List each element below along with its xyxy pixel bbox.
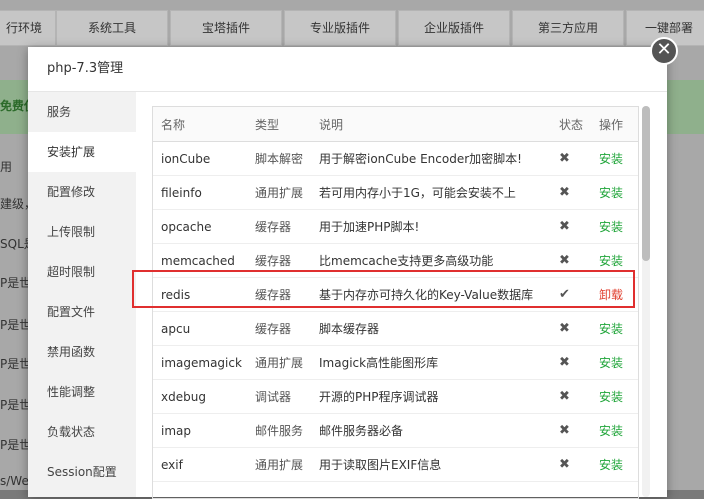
extension-description: 若可用内存小于1G，可能会安装不上 bbox=[311, 175, 551, 210]
table-row: imagemagick 通用扩展 Imagick高性能图形库 ✖ 安装 bbox=[153, 345, 638, 380]
table-row: opcache 缓存器 用于加速PHP脚本! ✖ 安装 bbox=[153, 209, 638, 244]
extension-description: 邮件服务器必备 bbox=[311, 413, 551, 448]
extension-type: 邮件服务 bbox=[247, 413, 311, 448]
extension-description: 基于内存亦可持久化的Key-Value数据库 bbox=[311, 277, 551, 312]
sidebar-item-performance[interactable]: 性能调整 bbox=[28, 372, 136, 412]
dialog-sidebar: 服务 安装扩展 配置修改 上传限制 超时限制 配置文件 禁用函数 性能调整 负载… bbox=[28, 92, 136, 497]
extensions-table: 名称 类型 说明 状态 操作 ionCube 脚本解密 用于解密ionCube … bbox=[153, 107, 638, 482]
sidebar-item-disabled-functions[interactable]: 禁用函数 bbox=[28, 332, 136, 372]
not-installed-icon: ✖ bbox=[551, 413, 591, 448]
extension-type: 缓存器 bbox=[247, 209, 311, 244]
extension-description: 用于加速PHP脚本! bbox=[311, 209, 551, 244]
background-tab-bar: 行环境 系统工具 宝塔插件 专业版插件 企业版插件 第三方应用 一键部署 bbox=[0, 10, 704, 46]
extension-type: 通用扩展 bbox=[247, 345, 311, 380]
install-button[interactable]: 安装 bbox=[591, 379, 638, 414]
table-row: apcu 缓存器 脚本缓存器 ✖ 安装 bbox=[153, 311, 638, 346]
extensions-table-container: 名称 类型 说明 状态 操作 ionCube 脚本解密 用于解密ionCube … bbox=[152, 106, 639, 499]
sidebar-item-config-file[interactable]: 配置文件 bbox=[28, 292, 136, 332]
bg-left-text: P是世 bbox=[0, 357, 32, 371]
bg-left-text: P是世 bbox=[0, 438, 32, 452]
extension-description: 脚本缓存器 bbox=[311, 311, 551, 346]
sidebar-item-install-extensions[interactable]: 安装扩展 bbox=[28, 132, 136, 172]
extension-description: 用于读取图片EXIF信息 bbox=[311, 447, 551, 482]
sidebar-item-upload-limit[interactable]: 上传限制 bbox=[28, 212, 136, 252]
sidebar-item-load-status[interactable]: 负载状态 bbox=[28, 412, 136, 452]
bg-tab-runtime: 行环境 bbox=[0, 10, 56, 46]
not-installed-icon: ✖ bbox=[551, 379, 591, 414]
table-row: imap 邮件服务 邮件服务器必备 ✖ 安装 bbox=[153, 413, 638, 448]
extension-description: 用于解密ionCube Encoder加密脚本! bbox=[311, 141, 551, 176]
background-banner-right bbox=[667, 80, 704, 134]
install-button[interactable]: 安装 bbox=[591, 447, 638, 482]
extension-name: redis bbox=[153, 277, 247, 312]
install-button[interactable]: 安装 bbox=[591, 243, 638, 278]
bg-tab-enterprise-plugins: 企业版插件 bbox=[398, 10, 510, 46]
extension-name: apcu bbox=[153, 311, 247, 346]
bg-tab-third-party: 第三方应用 bbox=[512, 10, 624, 46]
column-header-description: 说明 bbox=[311, 107, 551, 142]
bg-left-text: 用 bbox=[0, 160, 13, 174]
sidebar-item-service[interactable]: 服务 bbox=[28, 92, 136, 132]
extension-name: opcache bbox=[153, 209, 247, 244]
extension-name: exif bbox=[153, 447, 247, 482]
install-button[interactable]: 安装 bbox=[591, 345, 638, 380]
extension-type: 通用扩展 bbox=[247, 175, 311, 210]
install-button[interactable]: 安装 bbox=[591, 209, 638, 244]
extension-name: imap bbox=[153, 413, 247, 448]
extension-name: imagemagick bbox=[153, 345, 247, 380]
close-icon[interactable]: ✕ bbox=[650, 37, 678, 65]
table-row: exif 通用扩展 用于读取图片EXIF信息 ✖ 安装 bbox=[153, 447, 638, 482]
table-row: xdebug 调试器 开源的PHP程序调试器 ✖ 安装 bbox=[153, 379, 638, 414]
scrollbar-thumb[interactable] bbox=[642, 106, 650, 261]
column-header-status: 状态 bbox=[551, 107, 591, 142]
install-button[interactable]: 安装 bbox=[591, 413, 638, 448]
bg-tab-pro-plugins: 专业版插件 bbox=[284, 10, 396, 46]
bg-tab-bt-plugins: 宝塔插件 bbox=[170, 10, 282, 46]
not-installed-icon: ✖ bbox=[551, 243, 591, 278]
not-installed-icon: ✖ bbox=[551, 141, 591, 176]
installed-check-icon: ✔ bbox=[551, 277, 591, 312]
uninstall-button[interactable]: 卸载 bbox=[591, 277, 638, 312]
not-installed-icon: ✖ bbox=[551, 175, 591, 210]
extension-description: Imagick高性能图形库 bbox=[311, 345, 551, 380]
php-manager-dialog: php-7.3管理 服务 安装扩展 配置修改 上传限制 超时限制 配置文件 禁用… bbox=[28, 47, 667, 499]
install-button[interactable]: 安装 bbox=[591, 175, 638, 210]
table-row: ionCube 脚本解密 用于解密ionCube Encoder加密脚本! ✖ … bbox=[153, 141, 638, 176]
extension-type: 缓存器 bbox=[247, 311, 311, 346]
table-row: redis 缓存器 基于内存亦可持久化的Key-Value数据库 ✔ 卸载 bbox=[153, 277, 638, 312]
dialog-title: php-7.3管理 bbox=[28, 47, 667, 92]
install-button[interactable]: 安装 bbox=[591, 311, 638, 346]
extension-type: 脚本解密 bbox=[247, 141, 311, 176]
not-installed-icon: ✖ bbox=[551, 447, 591, 482]
install-button[interactable]: 安装 bbox=[591, 141, 638, 176]
table-row: fileinfo 通用扩展 若可用内存小于1G，可能会安装不上 ✖ 安装 bbox=[153, 175, 638, 210]
sidebar-item-timeout-limit[interactable]: 超时限制 bbox=[28, 252, 136, 292]
extensions-panel: 名称 类型 说明 状态 操作 ionCube 脚本解密 用于解密ionCube … bbox=[152, 106, 652, 499]
not-installed-icon: ✖ bbox=[551, 209, 591, 244]
table-header-row: 名称 类型 说明 状态 操作 bbox=[153, 107, 638, 142]
extension-type: 通用扩展 bbox=[247, 447, 311, 482]
bg-left-text: P是世 bbox=[0, 276, 32, 290]
table-scrollbar[interactable] bbox=[642, 106, 650, 497]
extension-description: 比memcache支持更多高级功能 bbox=[311, 243, 551, 278]
column-header-action: 操作 bbox=[591, 107, 638, 142]
column-header-name: 名称 bbox=[153, 107, 247, 142]
extension-description: 开源的PHP程序调试器 bbox=[311, 379, 551, 414]
not-installed-icon: ✖ bbox=[551, 311, 591, 346]
extension-name: memcached bbox=[153, 243, 247, 278]
sidebar-item-session-config[interactable]: Session配置 bbox=[28, 452, 136, 492]
table-row: memcached 缓存器 比memcache支持更多高级功能 ✖ 安装 bbox=[153, 243, 638, 278]
bg-left-text: P是世 bbox=[0, 398, 32, 412]
bg-tab-system-tools: 系统工具 bbox=[56, 10, 168, 46]
sidebar-item-config-edit[interactable]: 配置修改 bbox=[28, 172, 136, 212]
extension-type: 调试器 bbox=[247, 379, 311, 414]
not-installed-icon: ✖ bbox=[551, 345, 591, 380]
column-header-type: 类型 bbox=[247, 107, 311, 142]
bg-left-text: P是世 bbox=[0, 318, 32, 332]
extension-name: fileinfo bbox=[153, 175, 247, 210]
extension-type: 缓存器 bbox=[247, 243, 311, 278]
extension-name: ionCube bbox=[153, 141, 247, 176]
extension-type: 缓存器 bbox=[247, 277, 311, 312]
extension-name: xdebug bbox=[153, 379, 247, 414]
